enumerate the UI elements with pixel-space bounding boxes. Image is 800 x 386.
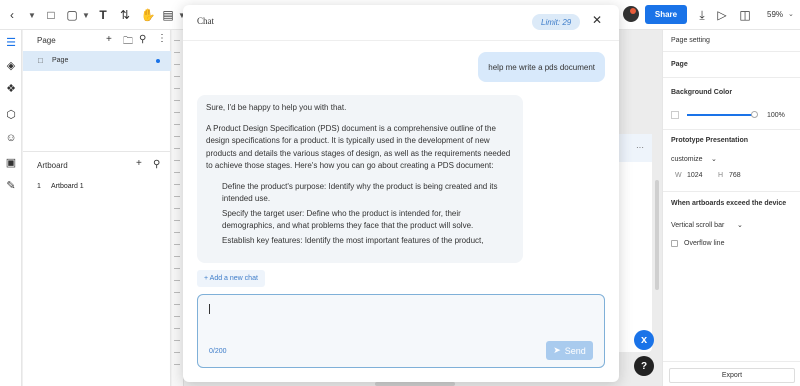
panel-title: Page setting — [671, 37, 710, 44]
limit-badge: Limit: 29 — [532, 14, 581, 30]
opacity-slider[interactable] — [687, 114, 755, 116]
canvas-hscrollbar[interactable] — [375, 382, 455, 386]
search-icon[interactable]: ⚲ — [153, 159, 160, 170]
artboard-item[interactable]: 1 Artboard 1 — [23, 180, 171, 196]
text-tool-icon[interactable]: T — [95, 7, 111, 23]
pages-title: Page — [37, 36, 56, 45]
ai-list-item: Specify the target user: Define who the … — [222, 208, 474, 231]
more-icon[interactable]: ⋮ — [157, 33, 167, 44]
divider — [23, 151, 171, 152]
height-label: H — [718, 172, 724, 179]
page-icon: □ — [38, 56, 43, 65]
export-button[interactable]: Export — [669, 368, 795, 383]
chevron-down-icon[interactable]: ⌄ — [737, 221, 743, 229]
overflow-line-checkbox[interactable] — [671, 240, 678, 247]
send-icon: ➤ — [553, 345, 561, 355]
edit-icon[interactable]: ✎ — [4, 178, 18, 192]
prototype-title: Prototype Presentation — [671, 137, 749, 144]
customize-select[interactable]: customize — [671, 156, 703, 163]
page-item-label: Page — [52, 57, 69, 64]
height-input[interactable]: 768 — [729, 172, 741, 179]
pages-panel: Page + 🗀 ⚲ ⋮ □ Page Artboard + ⚲ 1 Artbo… — [23, 30, 171, 386]
width-label: W — [675, 172, 682, 179]
folder-icon[interactable]: 🗀 — [123, 34, 133, 51]
text-cursor — [209, 304, 210, 314]
close-icon[interactable]: ✕ — [592, 13, 602, 27]
send-label: Send — [564, 345, 586, 356]
send-button[interactable]: ➤ Send — [546, 341, 593, 360]
divider — [663, 361, 800, 362]
chevron-down-icon[interactable]: ⌄ — [788, 10, 794, 18]
right-panel: Page setting Page Background Color 100% … — [662, 30, 800, 386]
artboard-index: 1 — [37, 183, 41, 190]
divider — [663, 129, 800, 130]
pages-icon[interactable]: ☰ — [4, 35, 18, 49]
divider — [663, 191, 800, 192]
ai-message-p1: Sure, I'd be happy to help you with that… — [206, 103, 347, 112]
assets-icon[interactable]: ⬡ — [4, 107, 18, 121]
artboard-title: Artboard — [37, 161, 68, 170]
chevron-down-icon[interactable]: ▼ — [24, 7, 40, 23]
page-item[interactable]: □ Page — [23, 51, 171, 71]
zoom-level[interactable]: 59% — [767, 10, 783, 19]
search-icon[interactable]: ⚲ — [139, 34, 146, 45]
chat-input[interactable]: 0/200 ➤ Send — [197, 294, 605, 368]
ai-list-item: Establish key features: Identify the mos… — [222, 235, 484, 245]
hand-tool-icon[interactable]: ✋ — [140, 7, 156, 23]
emoji-icon[interactable]: ☺ — [4, 131, 18, 145]
chat-dialog: Chat Limit: 29 ✕ help me write a pds doc… — [183, 5, 619, 382]
components-icon[interactable]: ❖ — [4, 81, 18, 95]
ai-list-item: Define the product's purpose: Identify w… — [222, 181, 498, 204]
share-button[interactable]: Share — [645, 5, 687, 24]
frame-tool-icon[interactable]: □ — [43, 7, 59, 23]
play-icon[interactable]: ▷ — [714, 7, 730, 23]
add-page-icon[interactable]: + — [106, 34, 112, 45]
ai-message: Sure, I'd be happy to help you with that… — [197, 95, 523, 263]
download-icon[interactable]: ⤓ — [694, 7, 710, 23]
close-chat-fab[interactable]: x — [634, 330, 654, 350]
add-artboard-icon[interactable]: + — [136, 158, 142, 169]
close-icon: x — [640, 334, 648, 346]
canvas-scrollbar[interactable] — [655, 180, 659, 290]
more-icon[interactable]: ··· — [636, 143, 644, 152]
section-page-title: Page — [671, 61, 688, 68]
bg-color-title: Background Color — [671, 89, 733, 96]
left-rail: ☰ ◈ ❖ ⬡ ☺ ▣ ✎ — [0, 30, 22, 386]
chat-title: Chat — [197, 16, 214, 26]
chevron-down-icon[interactable]: ▼ — [78, 7, 94, 23]
help-icon: ? — [640, 360, 648, 372]
user-message: help me write a pds document — [478, 52, 605, 82]
overflow-line-label: Overflow line — [684, 240, 725, 247]
current-page-dot — [156, 59, 160, 63]
divider — [663, 51, 800, 52]
connector-tool-icon[interactable]: ⇅ — [117, 7, 133, 23]
bg-color-swatch[interactable] — [671, 111, 679, 119]
char-count: 0/200 — [209, 348, 227, 355]
artboard-label: Artboard 1 — [51, 183, 84, 190]
help-button[interactable]: ? — [634, 356, 654, 376]
width-input[interactable]: 1024 — [687, 172, 703, 179]
overflow-title: When artboards exceed the device — [671, 200, 787, 207]
opacity-value[interactable]: 100% — [767, 112, 785, 119]
layers-icon[interactable]: ◈ — [4, 58, 18, 72]
scroll-select[interactable]: Vertical scroll bar — [671, 222, 724, 229]
panel-toggle-icon[interactable]: ◫ — [737, 7, 753, 23]
divider — [183, 40, 619, 41]
back-icon[interactable]: ‹ — [4, 7, 20, 23]
ai-message-p2: A Product Design Specification (PDS) doc… — [206, 123, 511, 171]
avatar-dot — [630, 8, 636, 14]
opacity-slider-handle[interactable] — [751, 111, 758, 118]
divider — [663, 77, 800, 78]
chevron-down-icon[interactable]: ⌄ — [711, 155, 717, 163]
add-new-chat-button[interactable]: + Add a new chat — [197, 270, 265, 287]
image-icon[interactable]: ▣ — [4, 155, 18, 169]
